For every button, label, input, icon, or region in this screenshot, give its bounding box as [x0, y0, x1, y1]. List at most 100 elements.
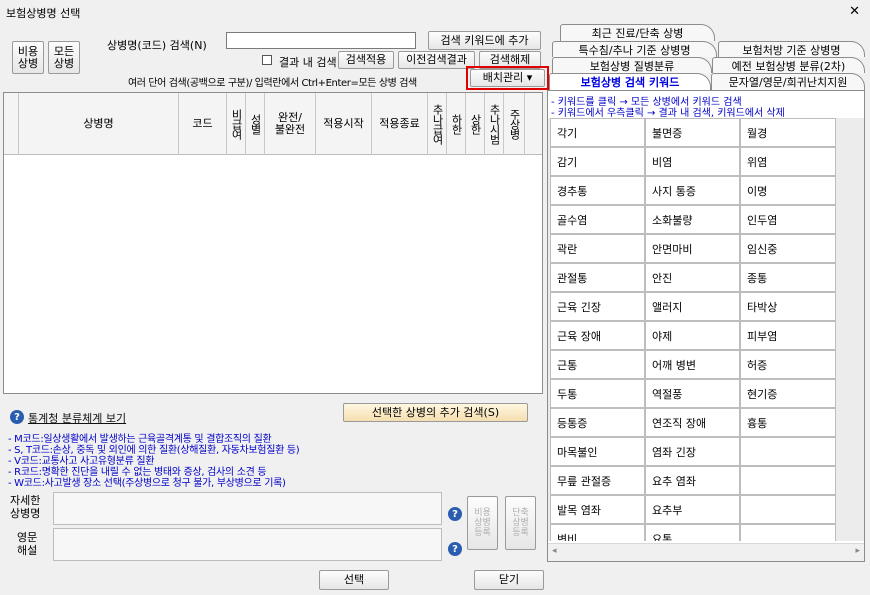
within-results-label: 결과 내 검색 [279, 56, 337, 69]
col-noncovered[interactable]: 비급여 [227, 93, 246, 155]
register-insurance-button[interactable]: 비용 상병 등록 [467, 496, 498, 550]
col-main-diagnosis[interactable]: 주상병 [504, 93, 525, 155]
keyword-cell[interactable]: 마목불인 [550, 437, 645, 466]
tab-special[interactable]: 특수침/추나 기준 상병명 [552, 41, 717, 57]
keyword-cell[interactable]: 감기 [550, 147, 645, 176]
batch-manage-dropdown[interactable]: 배치관리 ▾ [470, 69, 545, 87]
col-complete[interactable]: 완전/ 불완전 [265, 93, 316, 155]
window-title: 보험상병명 선택 [6, 7, 81, 20]
results-grid[interactable]: 상병명 코드 비급여 성별 완전/ 불완전 적용시작 적용종료 추나급여 하한 … [3, 92, 543, 394]
keyword-cell[interactable]: 근육 장애 [550, 321, 645, 350]
insurance-diagnosis-button[interactable]: 비용 상병 [12, 41, 44, 74]
keyword-cell[interactable]: 요통 [645, 524, 740, 541]
keyword-cell[interactable]: 곽란 [550, 234, 645, 263]
close-button[interactable]: 닫기 [474, 570, 544, 590]
keyword-cell[interactable]: 안면마비 [645, 234, 740, 263]
keyword-cell[interactable]: 위염 [740, 147, 836, 176]
keyword-cell[interactable]: 관절통 [550, 263, 645, 292]
col-chuna-covered[interactable]: 추나급여 [428, 93, 447, 155]
keyword-cell[interactable]: 타박상 [740, 292, 836, 321]
keyword-cell[interactable]: 경추통 [550, 176, 645, 205]
keyword-grid: 각기 불면증 월경감기 비염 위염경추통 사지 통증 이명골수염 소화불량 인두염곽란 안면마비 임… [548, 118, 864, 541]
keyword-cell[interactable]: 등통증 [550, 408, 645, 437]
tab-prescription[interactable]: 보험처방 기준 상병명 [718, 41, 865, 57]
previous-results-button[interactable]: 이전검색결과 [398, 51, 475, 69]
col-code[interactable]: 코드 [179, 93, 227, 155]
keyword-cell[interactable]: 발목 염좌 [550, 495, 645, 524]
close-icon[interactable]: ✕ [849, 4, 860, 19]
keyword-cell-empty [740, 524, 836, 541]
keyword-cell[interactable]: 비염 [645, 147, 740, 176]
keyword-cell[interactable]: 염좌 긴장 [645, 437, 740, 466]
note-w-code: - W코드:사고발생 장소 선택(주상병으로 청구 불가, 부상병으로 기록) [8, 478, 286, 489]
keyword-cell[interactable]: 현기증 [740, 379, 836, 408]
keyword-cell[interactable]: 무릎 관절증 [550, 466, 645, 495]
keyword-cell[interactable]: 역절풍 [645, 379, 740, 408]
info-line-2: - 키워드에서 우측클릭 → 결과 내 검색, 키워드에서 삭제 [551, 108, 785, 119]
col-start[interactable]: 적용시작 [316, 93, 372, 155]
keyword-cell[interactable]: 소화불량 [645, 205, 740, 234]
keyword-cell[interactable]: 불면증 [645, 118, 740, 147]
keyword-cell[interactable]: 안진 [645, 263, 740, 292]
detail-help-icon[interactable]: ? [448, 507, 462, 521]
add-keyword-button[interactable]: 검색 키워드에 추가 [428, 31, 541, 50]
add-search-selected-button[interactable]: 선택한 상병의 추가 검색(S) [343, 403, 528, 422]
within-results-checkbox[interactable] [262, 55, 272, 65]
col-chuna-pilot[interactable]: 추나시범 [485, 93, 504, 155]
keyword-cell[interactable]: 야제 [645, 321, 740, 350]
keyword-cell[interactable]: 근통 [550, 350, 645, 379]
detail-label: 자세한 상병명 [10, 494, 41, 520]
apply-search-button[interactable]: 검색적용 [338, 51, 394, 69]
keyword-cell[interactable]: 월경 [740, 118, 836, 147]
scroll-left-icon[interactable]: ◂ [552, 546, 557, 556]
register-shortcut-button[interactable]: 단축 상병 등록 [505, 496, 536, 550]
scroll-right-icon[interactable]: ▸ [855, 546, 860, 556]
col-end[interactable]: 적용종료 [372, 93, 428, 155]
detail-field[interactable] [53, 492, 442, 525]
tab-disease-class[interactable]: 보험상병 질병분류 [552, 57, 712, 73]
keyword-cell[interactable]: 종통 [740, 263, 836, 292]
search-label: 상병명(코드) 검색(N) [107, 39, 207, 52]
keyword-cell-empty [740, 466, 836, 495]
col-name[interactable]: 상병명 [19, 93, 179, 155]
keyword-cell-empty [740, 437, 836, 466]
keyword-cell[interactable]: 피부염 [740, 321, 836, 350]
col-lower[interactable]: 하한 [447, 93, 466, 155]
tab-text-rare[interactable]: 문자열/영문/희귀난치지원 [711, 73, 865, 90]
keyword-cell[interactable]: 골수염 [550, 205, 645, 234]
keyword-cell[interactable]: 이명 [740, 176, 836, 205]
tab-search-keyword[interactable]: 보험상병 검색 키워드 [549, 73, 711, 90]
grid-header: 상병명 코드 비급여 성별 완전/ 불완전 적용시작 적용종료 추나급여 하한 … [4, 93, 542, 155]
english-label: 영문 해설 [17, 531, 38, 557]
keyword-cell[interactable]: 각기 [550, 118, 645, 147]
keyword-cell[interactable]: 임신중 [740, 234, 836, 263]
keyword-cell[interactable]: 앨러지 [645, 292, 740, 321]
english-field[interactable] [53, 528, 442, 561]
tab-recent[interactable]: 최근 진료/단축 상병 [560, 24, 715, 41]
col-gender[interactable]: 성별 [246, 93, 265, 155]
keyword-cell[interactable]: 변비 [550, 524, 645, 541]
horizontal-scrollbar[interactable]: ◂ ▸ [548, 543, 864, 561]
all-diagnosis-button[interactable]: 모든 상병 [48, 41, 80, 74]
help-icon[interactable]: ? [10, 410, 24, 424]
search-input[interactable] [226, 32, 416, 49]
col-corner [4, 93, 19, 155]
stats-classification-link[interactable]: 통계청 분류체계 보기 [28, 410, 126, 426]
keyword-cell[interactable]: 근육 긴장 [550, 292, 645, 321]
col-upper[interactable]: 상한 [466, 93, 485, 155]
title-bar: 보험상병명 선택 ✕ [0, 0, 870, 22]
keyword-cell-empty [740, 495, 836, 524]
keyword-cell[interactable]: 요추부 [645, 495, 740, 524]
keyword-panel: - 키워드를 클릭 → 모든 상병에서 키워드 검색 - 키워드에서 우측클릭 … [547, 90, 865, 562]
keyword-cell[interactable]: 사지 통증 [645, 176, 740, 205]
keyword-cell[interactable]: 연조직 장애 [645, 408, 740, 437]
keyword-cell[interactable]: 허증 [740, 350, 836, 379]
keyword-cell[interactable]: 두통 [550, 379, 645, 408]
keyword-cell[interactable]: 흉통 [740, 408, 836, 437]
keyword-cell[interactable]: 요추 염좌 [645, 466, 740, 495]
english-help-icon[interactable]: ? [448, 542, 462, 556]
keyword-cell[interactable]: 어깨 병변 [645, 350, 740, 379]
select-button[interactable]: 선택 [319, 570, 389, 590]
tab-old-class[interactable]: 예전 보험상병 분류(2차) [712, 57, 865, 73]
keyword-cell[interactable]: 인두염 [740, 205, 836, 234]
